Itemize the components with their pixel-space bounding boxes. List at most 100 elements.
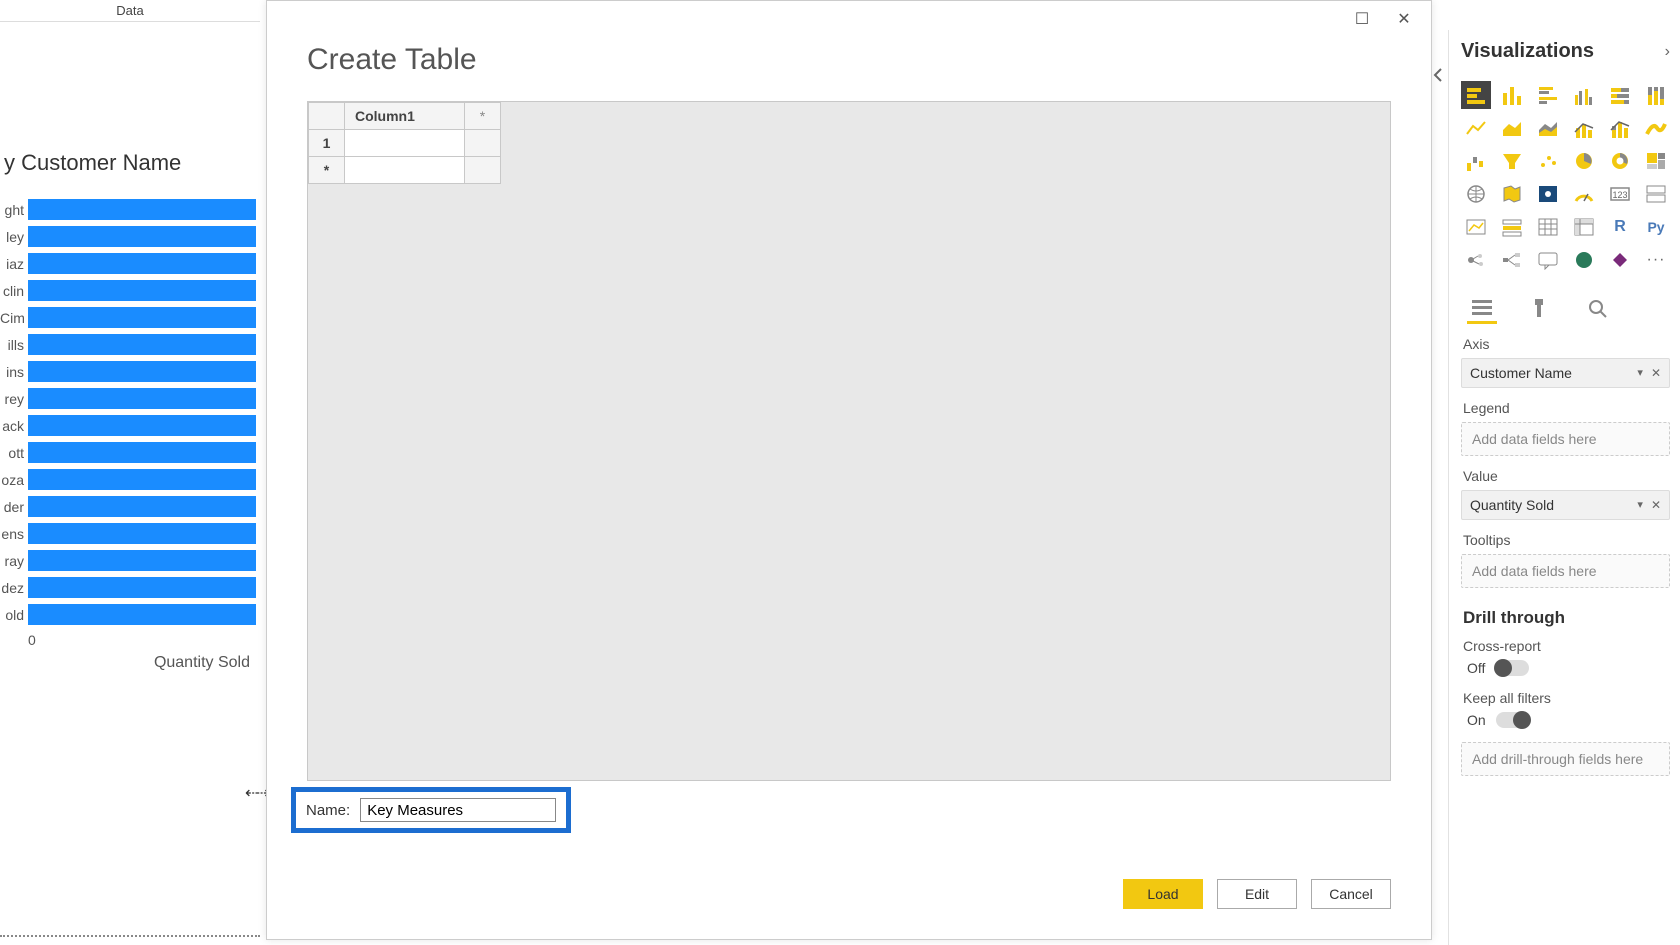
azure-map-icon[interactable] (1533, 180, 1563, 208)
matrix-icon[interactable] (1569, 213, 1599, 241)
filters-pane-expand[interactable] (1432, 40, 1444, 110)
visualizations-pane: Visualizations › 123 (1448, 30, 1680, 945)
chart-bar (28, 577, 256, 598)
ribbon-tab-data[interactable]: Data (0, 0, 260, 22)
stacked-area-chart-icon[interactable] (1533, 114, 1563, 142)
chart-bar (28, 469, 256, 490)
maximize-button[interactable]: ☐ (1341, 5, 1383, 33)
chart-axis-zero: 0 (0, 632, 260, 648)
format-tab[interactable] (1525, 294, 1555, 324)
chart-bar-label: dez (0, 580, 28, 596)
waterfall-chart-icon[interactable] (1461, 147, 1491, 175)
area-chart-icon[interactable] (1497, 114, 1527, 142)
chevron-down-icon[interactable]: ▾ (1637, 498, 1643, 512)
keep-filters-label: Keep all filters (1463, 690, 1670, 706)
edit-button[interactable]: Edit (1217, 879, 1297, 909)
key-influencers-icon[interactable] (1461, 246, 1491, 274)
pie-chart-icon[interactable] (1569, 147, 1599, 175)
chart-bar-label: ley (0, 229, 28, 245)
more-visuals-icon[interactable]: ··· (1641, 246, 1671, 274)
chart-bar (28, 442, 256, 463)
cross-report-toggle[interactable] (1495, 660, 1529, 676)
cross-report-state: Off (1467, 660, 1485, 676)
keep-filters-toggle[interactable] (1496, 712, 1530, 728)
hundred-stacked-column-icon[interactable] (1641, 81, 1671, 109)
funnel-chart-icon[interactable] (1497, 147, 1527, 175)
viz-pane-tabs (1461, 288, 1670, 324)
value-label: Value (1463, 468, 1670, 484)
axis-field-name: Customer Name (1470, 365, 1572, 381)
grid-add-column[interactable]: * (465, 103, 501, 130)
multi-row-card-icon[interactable] (1641, 180, 1671, 208)
power-apps-icon[interactable] (1605, 246, 1635, 274)
table-name-highlight: Name: (291, 787, 571, 833)
create-table-dialog: ☐ ✕ Create Table Column1 * 1 * Name: (266, 0, 1432, 940)
gauge-icon[interactable] (1569, 180, 1599, 208)
chart-bar-label: ray (0, 553, 28, 569)
chart-bar (28, 388, 256, 409)
close-button[interactable]: ✕ (1383, 5, 1425, 33)
value-field-pill[interactable]: Quantity Sold ▾ ✕ (1461, 490, 1670, 520)
cancel-button[interactable]: Cancel (1311, 879, 1391, 909)
map-icon[interactable] (1461, 180, 1491, 208)
dialog-title: Create Table (267, 37, 1431, 101)
analytics-tab[interactable] (1583, 294, 1613, 324)
decomposition-tree-icon[interactable] (1497, 246, 1527, 274)
collapse-pane-icon[interactable]: › (1665, 43, 1670, 61)
kpi-icon[interactable] (1461, 213, 1491, 241)
hundred-stacked-bar-icon[interactable] (1605, 81, 1635, 109)
clustered-column-chart-icon[interactable] (1569, 81, 1599, 109)
chevron-down-icon[interactable]: ▾ (1637, 366, 1643, 380)
chart-bar-row: ott (0, 439, 260, 466)
cross-report-label: Cross-report (1463, 638, 1670, 654)
table-name-label: Name: (306, 802, 350, 819)
chart-bar-label: Cim (0, 310, 28, 326)
chart-bar-row: Cim (0, 304, 260, 331)
chart-bar-row: ins (0, 358, 260, 385)
grid-cell-new[interactable] (345, 157, 465, 184)
load-button[interactable]: Load (1123, 879, 1203, 909)
table-icon[interactable] (1533, 213, 1563, 241)
r-visual-icon[interactable]: R (1605, 213, 1635, 241)
table-name-input[interactable] (360, 798, 556, 822)
chart-bar (28, 415, 256, 436)
resize-cursor-icon: ⇠⇢ (245, 783, 268, 803)
treemap-icon[interactable] (1641, 147, 1671, 175)
fields-tab[interactable] (1467, 294, 1497, 324)
ribbon-chart-icon[interactable] (1641, 114, 1671, 142)
grid-cell-1-1[interactable] (345, 130, 465, 157)
filled-map-icon[interactable] (1497, 180, 1527, 208)
donut-chart-icon[interactable] (1605, 147, 1635, 175)
stacked-column-chart-icon[interactable] (1497, 81, 1527, 109)
chart-bar-row: ray (0, 547, 260, 574)
clustered-bar-chart-icon[interactable] (1533, 81, 1563, 109)
remove-field-icon[interactable]: ✕ (1651, 498, 1661, 512)
chart-bar (28, 604, 256, 625)
drill-through-header: Drill through (1463, 608, 1670, 628)
arcgis-map-icon[interactable] (1569, 246, 1599, 274)
python-visual-icon[interactable]: Py (1641, 213, 1671, 241)
chart-bar (28, 226, 256, 247)
grid-column-header[interactable]: Column1 (345, 103, 465, 130)
dialog-titlebar: ☐ ✕ (267, 1, 1431, 37)
line-stacked-column-icon[interactable] (1605, 114, 1635, 142)
tooltips-well[interactable]: Add data fields here (1461, 554, 1670, 588)
slicer-icon[interactable] (1497, 213, 1527, 241)
chart-bar (28, 280, 256, 301)
table-grid[interactable]: Column1 * 1 * (307, 101, 1391, 781)
axis-field-pill[interactable]: Customer Name ▾ ✕ (1461, 358, 1670, 388)
grid-row-header[interactable]: 1 (309, 130, 345, 157)
visualization-gallery: 123 R Py ··· (1461, 81, 1670, 288)
remove-field-icon[interactable]: ✕ (1651, 366, 1661, 380)
qa-visual-icon[interactable] (1533, 246, 1563, 274)
legend-well[interactable]: Add data fields here (1461, 422, 1670, 456)
chart-bar-row: old (0, 601, 260, 628)
drill-through-well[interactable]: Add drill-through fields here (1461, 742, 1670, 776)
stacked-bar-chart-icon[interactable] (1461, 81, 1491, 109)
line-clustered-column-icon[interactable] (1569, 114, 1599, 142)
grid-add-row[interactable]: * (309, 157, 345, 184)
card-icon[interactable]: 123 (1605, 180, 1635, 208)
scatter-chart-icon[interactable] (1533, 147, 1563, 175)
keep-filters-state: On (1467, 712, 1486, 728)
line-chart-icon[interactable] (1461, 114, 1491, 142)
